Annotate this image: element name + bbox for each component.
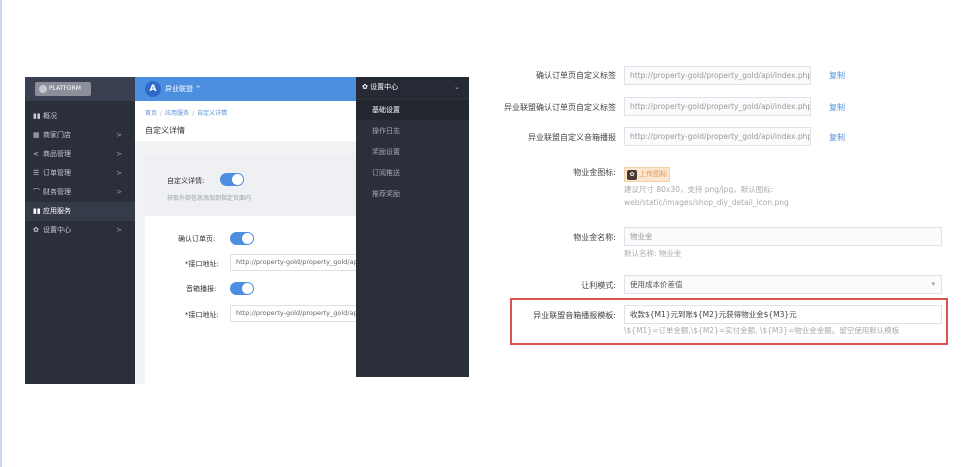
dropdown-header[interactable]: ✿ 设置中心 ⌄ (356, 77, 469, 98)
confirm-order-label: 确认订单页: (178, 235, 216, 243)
user-menu[interactable]: 异业联盟 ^ (165, 77, 201, 101)
template-input[interactable]: 收款${M1}元到账${M2}元获得物业金${M3}元 (624, 305, 942, 324)
icon-hint: 建议尺寸 80x30，支持 png/jpg，默认图标: (624, 185, 774, 194)
store-icon: ▦ (33, 131, 40, 139)
breadcrumb-home[interactable]: 首页 (145, 110, 157, 117)
tag-url-input[interactable]: http://property-gold/property_gold/api/i… (624, 66, 811, 85)
custom-detail-label: 自定义详情: (167, 177, 205, 185)
sidebar-item-stores[interactable]: ▦ 商家门店 > (25, 126, 135, 145)
overview-icon: ▮▮ (33, 112, 41, 120)
settings-screenshot-right: 确认订单页自定义标签 http://property-gold/property… (486, 66, 962, 356)
upload-icon-button[interactable]: ✿ 上传图标 (624, 167, 670, 182)
breadcrumb-app-services[interactable]: 应用服务 (165, 110, 189, 117)
dropdown-title: 设置中心 (370, 83, 399, 91)
gear-icon: ✿ (33, 226, 39, 234)
sidebar-item-label: 商品管理 (43, 150, 71, 158)
icon-label: 物业金图标: (573, 168, 616, 177)
list-icon: ☰ (33, 169, 40, 177)
sidebar-item-label: 应用服务 (43, 207, 71, 215)
copy-link[interactable]: 复制 (829, 132, 845, 143)
caret-up-icon: ^ (195, 85, 202, 93)
sidebar-item-orders[interactable]: ☰ 订单管理 > (25, 164, 135, 183)
top-header: A 异业联盟 ^ (135, 77, 381, 101)
logo-icon (39, 85, 47, 93)
breadcrumb-current: 自定义详情 (197, 110, 228, 117)
api-url-input[interactable]: http://property-gold/property_gold/api/i… (230, 305, 370, 322)
sidebar-item-label: 设置中心 (43, 226, 71, 234)
copy-link[interactable]: 复制 (829, 70, 845, 81)
confirm-order-toggle[interactable] (230, 232, 254, 245)
toggle-knob (242, 233, 253, 244)
settings-dropdown-menu: ✿ 设置中心 ⌄ 基础设置 操作日志 奖励设置 订阅推送 推荐奖励 (356, 77, 469, 377)
chevron-right-icon: > (116, 188, 122, 196)
row-label: 确认订单页自定义标签 (536, 71, 616, 80)
name-input[interactable]: 物业金 (624, 227, 942, 246)
api-url-label: *接口地址: (185, 311, 219, 319)
chevron-right-icon: > (116, 226, 122, 234)
name-hint: 默认名称: 物业金 (624, 249, 682, 258)
sidebar-item-label: 财务管理 (43, 188, 71, 196)
breadcrumb-separator: / (160, 110, 163, 117)
api-url-input[interactable]: http://property-gold/property_gold/api/i… (230, 254, 370, 271)
platform-logo[interactable]: PLATFORM (35, 82, 91, 96)
sidebar-item-overview[interactable]: ▮▮ 概况 (25, 107, 135, 126)
custom-detail-toggle[interactable] (220, 173, 244, 186)
page: PLATFORM ▮▮ 概况 ▦ 商家门店 > < 商品管理 > ☰ 订单管理 > ⌒ 财务管理… (0, 0, 962, 467)
mode-label: 让利模式: (581, 281, 616, 290)
api-url-label: *接口地址: (185, 260, 219, 268)
chevron-right-icon: > (116, 169, 122, 177)
mode-select-value: 使用成本价差值 (630, 280, 683, 289)
sidebar-item-settings[interactable]: ✿ 设置中心 > (25, 221, 135, 240)
template-label: 异业联盟音箱播报模板: (533, 311, 616, 320)
speaker-label: 音箱播报: (186, 285, 217, 293)
breadcrumb: 首页 / 应用服务 / 自定义详情 (145, 108, 230, 117)
speaker-toggle[interactable] (230, 282, 254, 295)
chevron-right-icon: > (116, 131, 122, 139)
row-label: 异业联盟自定义音箱播报 (528, 133, 616, 142)
sidebar: PLATFORM ▮▮ 概况 ▦ 商家门店 > < 商品管理 > ☰ 订单管理 > ⌒ 财务管理… (25, 77, 135, 384)
logo-area: PLATFORM (25, 77, 135, 101)
template-hint: \${M1}=订单金额,\${M2}=实付金额, \${M3}=物业金金额。留空… (624, 326, 900, 335)
toggle-knob (242, 283, 253, 294)
row-label: 异业联盟确认订单页自定义标签 (504, 103, 616, 112)
chevron-down-icon: ▾ (931, 280, 935, 288)
apps-icon: ▮▮ (33, 207, 41, 215)
icon-hint-path: web/static/images/shop_diy_detail_icon.p… (624, 198, 789, 207)
menu-item-referral-reward[interactable]: 推荐奖励 (356, 184, 469, 204)
gear-icon: ✿ (362, 83, 371, 91)
sidebar-item-app-services[interactable]: ▮▮ 应用服务 (25, 202, 135, 221)
menu-item-reward-settings[interactable]: 奖励设置 (356, 142, 469, 162)
chevron-down-icon: ⌄ (454, 83, 460, 91)
chart-icon: ⌒ (33, 188, 40, 196)
sidebar-item-label: 订单管理 (43, 169, 71, 177)
copy-link[interactable]: 复制 (829, 102, 845, 113)
user-name: 异业联盟 (165, 85, 193, 93)
chevron-right-icon: > (116, 150, 122, 158)
image-icon: ✿ (627, 170, 637, 180)
confirm-order-tag-input[interactable]: http://property-gold/property_gold/api/i… (624, 97, 811, 116)
custom-detail-hint: 获取外部信息添加到指定页面内 (167, 195, 252, 202)
logo-text: PLATFORM (49, 85, 81, 92)
avatar[interactable]: A (145, 81, 161, 97)
window-edge (0, 0, 2, 467)
sidebar-item-finance[interactable]: ⌒ 财务管理 > (25, 183, 135, 202)
toggle-knob (232, 174, 243, 185)
breadcrumb-separator: / (192, 110, 195, 117)
share-icon: < (33, 150, 39, 158)
sidebar-item-label: 商家门店 (43, 131, 71, 139)
speaker-tag-input[interactable]: http://property-gold/property_gold/api/i… (624, 127, 811, 146)
menu-item-operation-log[interactable]: 操作日志 (356, 121, 469, 141)
name-label: 物业金名称: (573, 233, 616, 242)
menu-item-subscribe-push[interactable]: 订阅推送 (356, 163, 469, 183)
sidebar-item-label: 概况 (43, 112, 57, 120)
mode-select[interactable]: 使用成本价差值 ▾ (624, 275, 942, 294)
menu-item-basic-settings[interactable]: 基础设置 (356, 100, 469, 120)
admin-screenshot-left: PLATFORM ▮▮ 概况 ▦ 商家门店 > < 商品管理 > ☰ 订单管理 > ⌒ 财务管理… (25, 77, 480, 384)
upload-icon-label: 上传图标 (639, 170, 667, 178)
sidebar-item-products[interactable]: < 商品管理 > (25, 145, 135, 164)
page-title: 自定义详情 (145, 126, 185, 135)
